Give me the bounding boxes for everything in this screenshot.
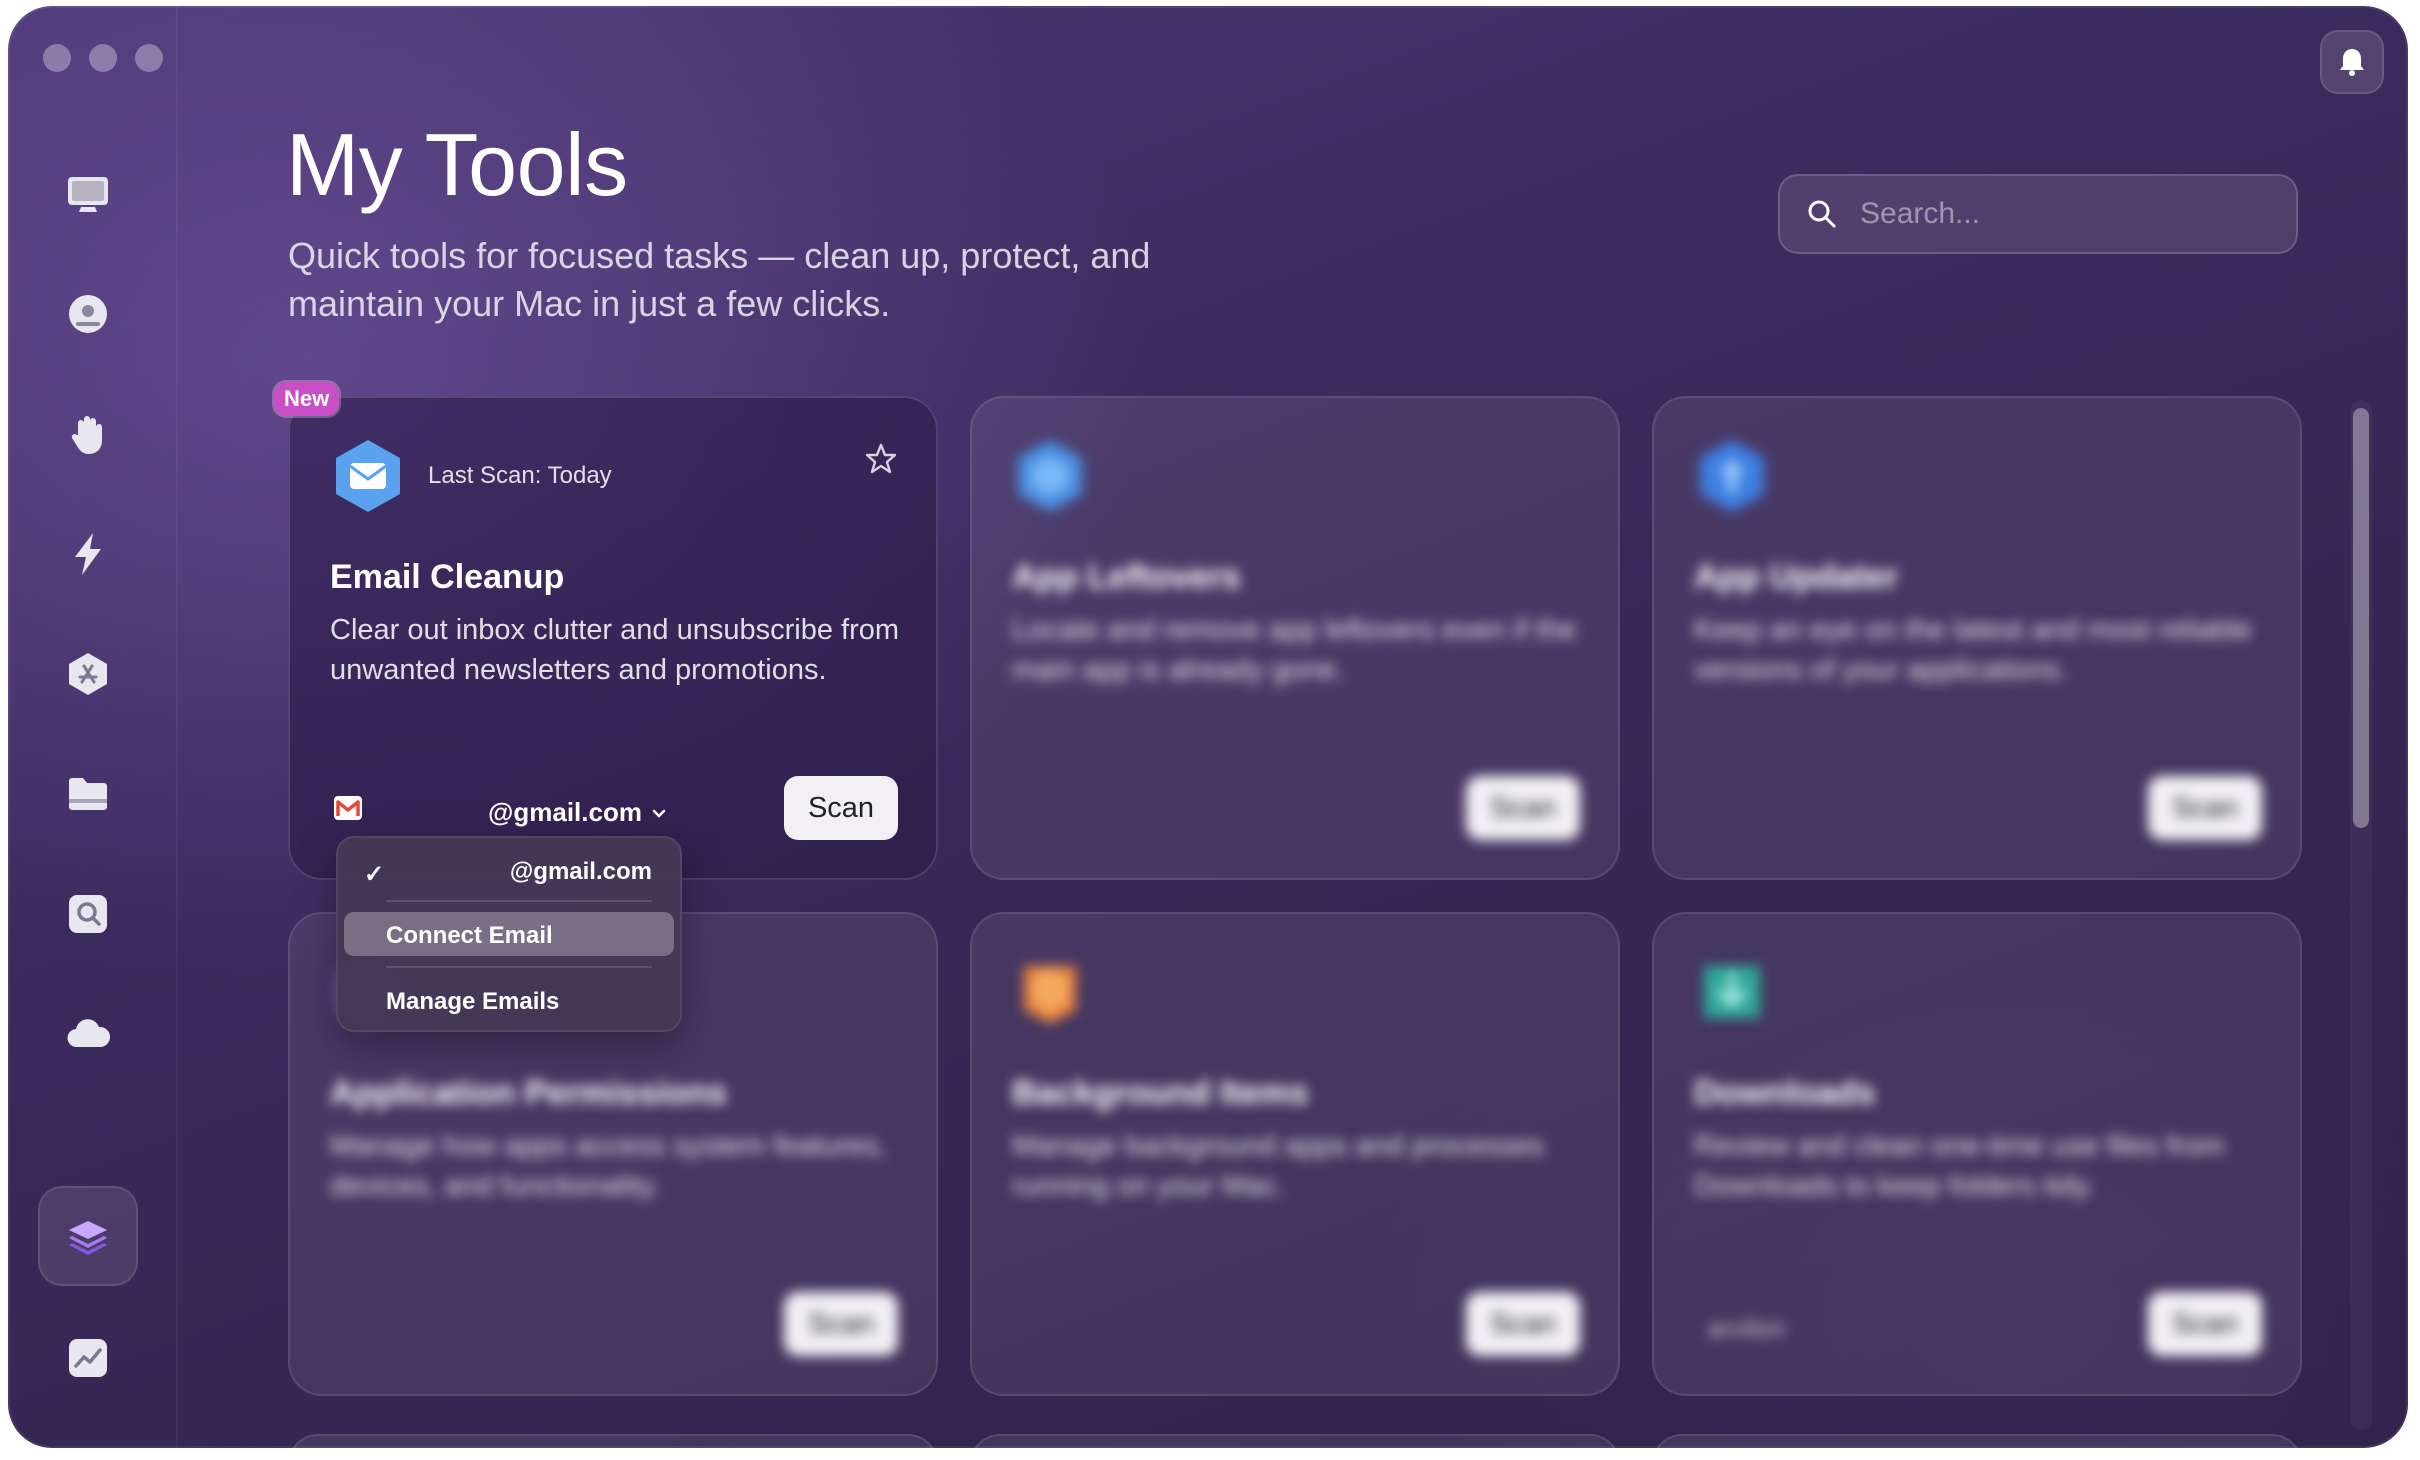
tool-card-background-items[interactable]: Background Items Manage background apps … bbox=[970, 912, 1620, 1396]
sidebar-item-disk[interactable] bbox=[38, 264, 138, 364]
scrollbar-thumb[interactable] bbox=[2353, 408, 2369, 828]
account-selector[interactable]: @gmail.com bbox=[488, 797, 668, 828]
card-title: Background Items bbox=[1012, 1074, 1309, 1112]
tool-card-email-cleanup[interactable]: New Last Scan: Today Email Cleanup Clear… bbox=[274, 382, 938, 880]
card-description: Manage background apps and processes run… bbox=[1012, 1130, 1545, 1202]
bell-icon bbox=[2340, 49, 2364, 76]
app-store-icon bbox=[69, 653, 107, 695]
card-content: App Updater Keep an eye on the latest an… bbox=[1652, 396, 2302, 880]
scan-button[interactable]: Scan bbox=[784, 1292, 898, 1356]
account-selector[interactable]: arvilon bbox=[1708, 1313, 1785, 1344]
scan-button[interactable]: Scan bbox=[1466, 776, 1580, 840]
hand-icon bbox=[71, 416, 102, 454]
page-subtitle: Quick tools for focused tasks — clean up… bbox=[288, 235, 1151, 324]
search-input[interactable] bbox=[1858, 196, 2298, 232]
lightning-icon bbox=[75, 533, 101, 575]
favorite-star-icon[interactable] bbox=[864, 442, 898, 476]
update-icon bbox=[1700, 440, 1764, 512]
folder-icon bbox=[69, 778, 107, 810]
notifications-button[interactable] bbox=[2320, 30, 2384, 94]
tool-card-partial bbox=[1652, 1434, 2302, 1448]
gmail-icon bbox=[334, 796, 362, 820]
card-description: Keep an eye on the latest and most relia… bbox=[1694, 614, 2252, 686]
tool-card-app-leftovers[interactable]: App Leftovers Locate and remove app left… bbox=[970, 396, 1620, 880]
menu-item-manage-emails[interactable]: Manage Emails bbox=[336, 978, 682, 1022]
search-box[interactable] bbox=[1778, 174, 2298, 254]
desktop-icon bbox=[68, 177, 108, 212]
layers-icon bbox=[69, 1221, 107, 1255]
card-content: App Leftovers Locate and remove app left… bbox=[970, 396, 1620, 880]
scrollbar[interactable] bbox=[2350, 400, 2372, 1430]
tool-card-app-updater[interactable]: App Updater Keep an eye on the latest an… bbox=[1652, 396, 2302, 880]
cloud-icon bbox=[67, 1019, 111, 1048]
menu-item-label: Connect Email bbox=[386, 922, 553, 949]
sidebar-item-desktop[interactable] bbox=[38, 144, 138, 244]
sidebar-item-space-lens[interactable] bbox=[38, 864, 138, 964]
sidebar-item-privacy[interactable] bbox=[38, 384, 138, 484]
sidebar bbox=[8, 6, 178, 1448]
card-description: Clear out inbox clutter and unsubscribe … bbox=[330, 614, 900, 686]
sidebar-item-files[interactable] bbox=[38, 744, 138, 844]
search-icon bbox=[1808, 200, 1836, 228]
card-description: Review and clean one-time use files from… bbox=[1694, 1130, 2225, 1202]
hexagon-icon bbox=[1018, 440, 1082, 512]
checkmark-icon: ✓ bbox=[364, 861, 385, 888]
menu-separator bbox=[386, 900, 652, 902]
app-window: My Tools Quick tools for focused tasks —… bbox=[8, 6, 2408, 1448]
mail-icon bbox=[336, 440, 400, 512]
scan-button[interactable]: Scan bbox=[784, 776, 898, 840]
card-title: Downloads bbox=[1694, 1074, 1876, 1112]
sidebar-item-cloud[interactable] bbox=[38, 984, 138, 1084]
menu-item-label: @gmail.com bbox=[509, 858, 652, 885]
sidebar-item-performance[interactable] bbox=[38, 1308, 138, 1408]
card-content: Downloads Review and clean one-time use … bbox=[1652, 912, 2302, 1396]
card-title: App Leftovers bbox=[1012, 558, 1241, 596]
menu-item-current-account[interactable]: ✓ @gmail.com bbox=[336, 846, 682, 890]
disk-icon bbox=[69, 295, 107, 333]
downloads-icon bbox=[1704, 966, 1760, 1018]
tool-card-partial bbox=[970, 1434, 1620, 1448]
chevron-down-icon bbox=[652, 809, 666, 818]
tool-card-downloads[interactable]: Downloads Review and clean one-time use … bbox=[1652, 912, 2302, 1396]
scan-button[interactable]: Scan bbox=[1466, 1292, 1580, 1356]
scan-button[interactable]: Scan bbox=[2148, 776, 2262, 840]
account-selector-value: @gmail.com bbox=[488, 797, 642, 827]
card-content: Background Items Manage background apps … bbox=[970, 912, 1620, 1396]
card-title: Email Cleanup bbox=[330, 558, 565, 596]
menu-separator bbox=[386, 966, 652, 968]
page-title: My Tools bbox=[286, 115, 628, 214]
scan-button[interactable]: Scan bbox=[2148, 1292, 2262, 1356]
tool-card-partial bbox=[288, 1434, 938, 1448]
menu-item-connect-email[interactable]: Connect Email bbox=[344, 912, 674, 956]
new-badge: New bbox=[274, 382, 340, 416]
sidebar-item-my-tools[interactable] bbox=[38, 1186, 138, 1286]
sidebar-item-applications[interactable] bbox=[38, 624, 138, 724]
chart-icon bbox=[69, 1339, 107, 1377]
card-title: App Updater bbox=[1694, 558, 1898, 596]
last-scan-label: Last Scan: Today bbox=[428, 462, 612, 489]
account-selector-value: arvilon bbox=[1708, 1313, 1785, 1343]
account-dropdown-menu: ✓ @gmail.com Connect Email Manage Emails bbox=[336, 836, 682, 1032]
menu-item-label: Manage Emails bbox=[386, 988, 560, 1015]
background-icon bbox=[1024, 966, 1076, 1024]
sidebar-item-speed[interactable] bbox=[38, 504, 138, 604]
magnifier-icon bbox=[69, 895, 107, 933]
card-title: Application Permissions bbox=[330, 1074, 727, 1112]
card-description: Manage how apps access system features, … bbox=[330, 1130, 887, 1202]
card-description: Locate and remove app leftovers even if … bbox=[1012, 614, 1577, 686]
